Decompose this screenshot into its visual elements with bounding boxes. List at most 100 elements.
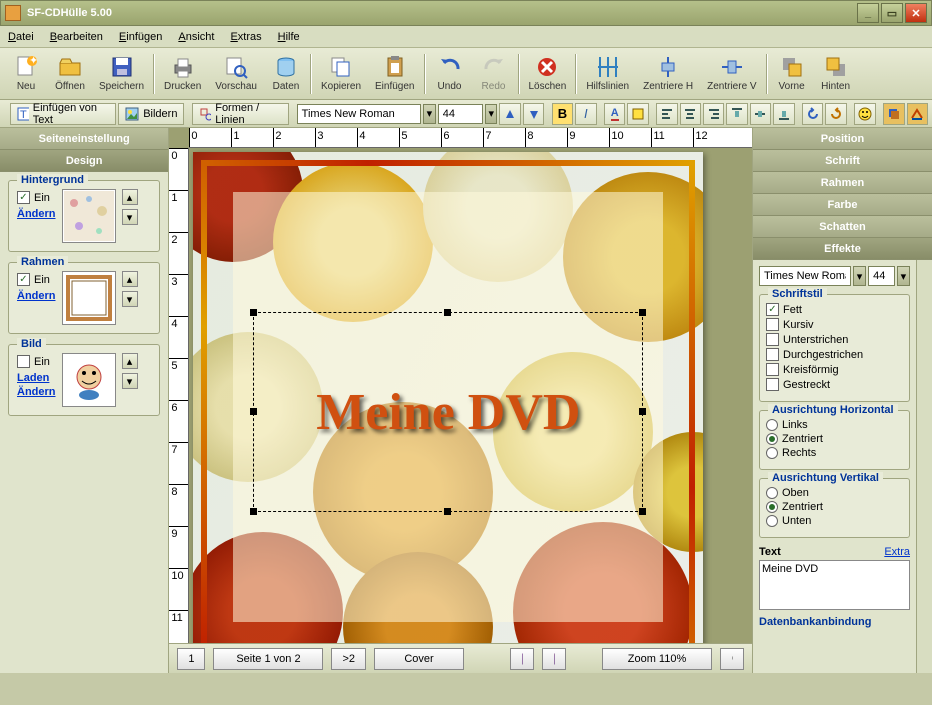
rahmen-andern-link[interactable]: Ändern	[17, 290, 56, 302]
page[interactable]: Meine DVD	[193, 152, 703, 643]
rahmen-next-button[interactable]: ▾	[122, 291, 138, 307]
bild-next-button[interactable]: ▾	[122, 373, 138, 389]
toolbar-center-h-button[interactable]: Zentriere H	[636, 50, 700, 98]
toolbar-file-new-button[interactable]: ✦Neu	[4, 50, 48, 98]
menu-ansicht[interactable]: Ansicht	[178, 31, 214, 43]
page-next-button[interactable]: >2	[331, 648, 366, 670]
smiley-button[interactable]	[854, 103, 875, 125]
align-center-button[interactable]	[680, 103, 701, 125]
layer-button[interactable]	[883, 103, 904, 125]
bild-laden-link[interactable]: Laden	[17, 372, 56, 384]
schriftstil-kreisförmig-checkbox[interactable]: Kreisförmig	[766, 363, 903, 376]
halign-zentriert-radio[interactable]: Zentriert	[766, 433, 903, 445]
align-left-button[interactable]	[656, 103, 677, 125]
hintergrund-prev-button[interactable]: ▴	[122, 189, 138, 205]
align-right-button[interactable]	[703, 103, 724, 125]
bold-button[interactable]: B	[552, 103, 573, 125]
size-up-button[interactable]	[499, 103, 520, 125]
main-text[interactable]: Meine DVD	[316, 383, 580, 442]
valign-oben-radio[interactable]: Oben	[766, 487, 903, 499]
zoom-display[interactable]: Zoom 110%	[602, 648, 712, 670]
font-family-select[interactable]: Times New Roman	[297, 104, 421, 124]
toolbar-guides-button[interactable]: Hilfslinien	[579, 50, 636, 98]
valign-bottom-button[interactable]	[773, 103, 794, 125]
menu-datei[interactable]: Datei	[8, 31, 34, 43]
rotate-left-button[interactable]	[802, 103, 823, 125]
halign-rechts-radio[interactable]: Rechts	[766, 447, 903, 459]
close-button[interactable]: ✕	[905, 3, 927, 23]
tab-page-settings[interactable]: Seiteneinstellung	[0, 128, 168, 150]
schriftstil-unterstrichen-checkbox[interactable]: Unterstrichen	[766, 333, 903, 346]
right-tab-rahmen[interactable]: Rahmen	[753, 172, 932, 194]
fill-color-button[interactable]	[627, 103, 648, 125]
schriftstil-kursiv-checkbox[interactable]: Kursiv	[766, 318, 903, 331]
page-first-button[interactable]: 1	[177, 648, 205, 670]
right-size-dropdown[interactable]: ▾	[897, 266, 910, 286]
font-dropdown-button[interactable]: ▾	[423, 104, 436, 124]
effects-button[interactable]	[907, 103, 928, 125]
halign-links-radio[interactable]: Links	[766, 419, 903, 431]
schriftstil-fett-checkbox[interactable]: ✓Fett	[766, 303, 903, 316]
toolbar-undo-button[interactable]: Undo	[428, 50, 472, 98]
toolbar-folder-open-button[interactable]: Öffnen	[48, 50, 92, 98]
bild-andern-link[interactable]: Ändern	[17, 386, 56, 398]
toolbar-copy-button[interactable]: Kopieren	[314, 50, 368, 98]
toolbar-print-button[interactable]: Drucken	[157, 50, 208, 98]
menu-einfügen[interactable]: Einfügen	[119, 31, 162, 43]
insert-image-button[interactable]: Bildern	[118, 103, 184, 125]
valign-unten-radio[interactable]: Unten	[766, 515, 903, 527]
toolbar-center-v-button[interactable]: Zentriere V	[700, 50, 763, 98]
right-size-select[interactable]: 44	[868, 266, 895, 286]
right-tab-effekte[interactable]: Effekte	[753, 238, 932, 260]
right-tab-position[interactable]: Position	[753, 128, 932, 150]
nav-tool-1[interactable]	[510, 648, 534, 670]
toolbar-paste-button[interactable]: Einfügen	[368, 50, 421, 98]
hintergrund-next-button[interactable]: ▾	[122, 209, 138, 225]
insert-text-button[interactable]: TEinfügen von Text	[10, 103, 117, 125]
toolbar-save-button[interactable]: Speichern	[92, 50, 151, 98]
rahmen-prev-button[interactable]: ▴	[122, 271, 138, 287]
rotate-right-button[interactable]	[825, 103, 846, 125]
menu-hilfe[interactable]: Hilfe	[278, 31, 300, 43]
maximize-button[interactable]: ▭	[881, 3, 903, 23]
hintergrund-ein-checkbox[interactable]: ✓Ein	[17, 191, 56, 204]
toolbar-delete-button[interactable]: Löschen	[522, 50, 574, 98]
nav-tool-2[interactable]	[542, 648, 566, 670]
tab-design[interactable]: Design	[0, 150, 168, 172]
menu-extras[interactable]: Extras	[230, 31, 261, 43]
toolbar-back-button[interactable]: Hinten	[814, 50, 858, 98]
text-extra-link[interactable]: Extra	[884, 546, 910, 558]
text-content-input[interactable]: Meine DVD	[759, 560, 910, 610]
toolbar-label: Vorne	[779, 81, 805, 92]
size-dropdown-button[interactable]: ▾	[485, 104, 498, 124]
toolbar-data-button[interactable]: Daten	[264, 50, 308, 98]
right-tab-schrift[interactable]: Schrift	[753, 150, 932, 172]
right-scrollbar[interactable]	[916, 260, 932, 673]
shapes-lines-button[interactable]: Formen / Linien	[192, 103, 289, 125]
menu-bearbeiten[interactable]: Bearbeiten	[50, 31, 103, 43]
schriftstil-durchgestrichen-checkbox[interactable]: Durchgestrichen	[766, 348, 903, 361]
valign-middle-button[interactable]	[750, 103, 771, 125]
font-size-select[interactable]: 44	[438, 104, 483, 124]
right-font-select[interactable]: Times New Roman	[759, 266, 851, 286]
italic-button[interactable]: I	[575, 103, 596, 125]
right-tab-farbe[interactable]: Farbe	[753, 194, 932, 216]
toolbar-preview-button[interactable]: Vorschau	[208, 50, 264, 98]
toolbar-front-button[interactable]: Vorne	[770, 50, 814, 98]
size-down-button[interactable]	[523, 103, 544, 125]
zoom-tool-button[interactable]	[720, 648, 744, 670]
bild-ein-checkbox[interactable]: Ein	[17, 355, 56, 368]
canvas-scroll[interactable]: Meine DVD	[189, 148, 752, 643]
font-color-button[interactable]: A	[604, 103, 625, 125]
right-tab-schatten[interactable]: Schatten	[753, 216, 932, 238]
minimize-button[interactable]: _	[857, 3, 879, 23]
valign-top-button[interactable]	[726, 103, 747, 125]
hintergrund-andern-link[interactable]: Ändern	[17, 208, 56, 220]
bild-prev-button[interactable]: ▴	[122, 353, 138, 369]
text-frame[interactable]: Meine DVD	[253, 312, 643, 512]
right-font-dropdown[interactable]: ▾	[853, 266, 866, 286]
valign-zentriert-radio[interactable]: Zentriert	[766, 501, 903, 513]
rahmen-ein-checkbox[interactable]: ✓Ein	[17, 273, 56, 286]
toolbar-redo-button[interactable]: Redo	[472, 50, 516, 98]
schriftstil-gestreckt-checkbox[interactable]: Gestreckt	[766, 378, 903, 391]
